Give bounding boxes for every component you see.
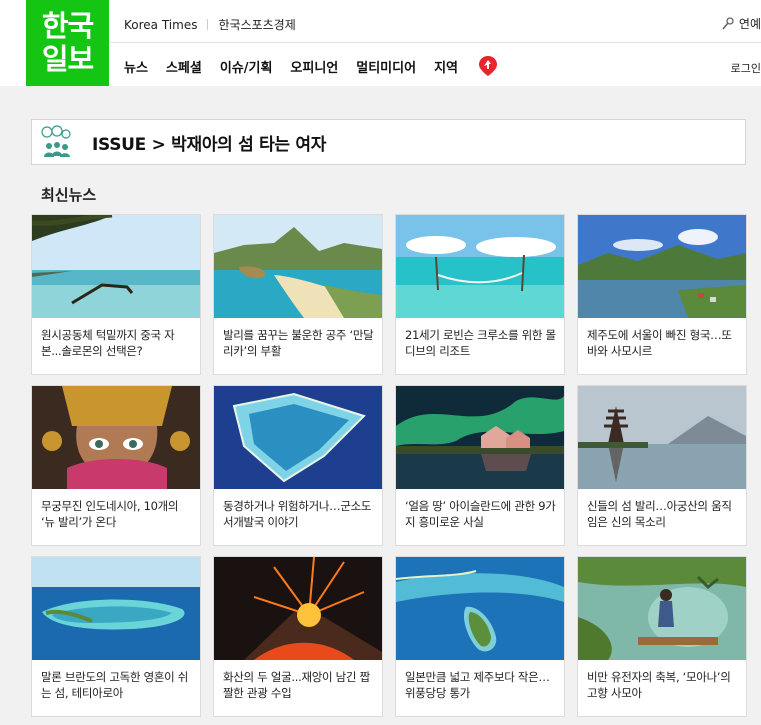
news-card[interactable]: 무궁무진 인도네시아, 10개의 ‘뉴 발리’가 온다 <box>31 385 201 546</box>
top-link-sports[interactable]: 한국스포츠경제 <box>218 16 295 33</box>
news-thumbnail[interactable] <box>396 557 564 660</box>
news-thumbnail[interactable] <box>214 557 382 660</box>
news-thumbnail[interactable] <box>396 386 564 489</box>
news-card[interactable]: 비만 유전자의 축복, ‘모아나’의 고향 사모아 <box>577 556 747 717</box>
nav-item-multimedia[interactable]: 멀티미디어 <box>356 57 416 76</box>
location-pin-icon[interactable] <box>478 55 498 77</box>
news-title[interactable]: 일본만큼 넓고 제주보다 작은…위풍당당 통가 <box>396 660 564 716</box>
news-title[interactable]: 제주도에 서울이 빠진 형국…또바와 사모시르 <box>578 318 746 374</box>
main-nav: 뉴스 스페셜 이슈/기획 오피니언 멀티미디어 지역 <box>124 55 498 77</box>
news-thumbnail[interactable] <box>214 215 382 318</box>
nav-item-region[interactable]: 지역 <box>434 57 458 76</box>
news-thumbnail[interactable] <box>214 386 382 489</box>
news-title[interactable]: 화산의 두 얼굴...재앙이 남긴 짭짤한 관광 수입 <box>214 660 382 716</box>
news-card[interactable]: 발리를 꿈꾸는 불운한 공주 ‘만달리카’의 부활 <box>213 214 383 375</box>
news-thumbnail[interactable] <box>32 386 200 489</box>
issue-series-icon <box>39 125 73 159</box>
header-divider <box>110 42 761 43</box>
news-card[interactable]: ‘얼음 땅’ 아이슬란드에 관한 9가지 흥미로운 사실 <box>395 385 565 546</box>
news-title[interactable]: 발리를 꿈꾸는 불운한 공주 ‘만달리카’의 부활 <box>214 318 382 374</box>
nav-item-opinion[interactable]: 오피니언 <box>290 57 338 76</box>
news-title[interactable]: 신들의 섬 발리…아궁산의 움직임은 신의 목소리 <box>578 489 746 545</box>
top-links: Korea Times 한국스포츠경제 <box>124 16 296 33</box>
news-title[interactable]: 21세기 로빈슨 크루소를 위한 몰디브의 리조트 <box>396 318 564 374</box>
news-title[interactable]: 원시공동체 턱밑까지 중국 자본...솔로몬의 선택은? <box>32 318 200 374</box>
news-card[interactable]: 제주도에 서울이 빠진 형국…또바와 사모시르 <box>577 214 747 375</box>
news-card[interactable]: 화산의 두 얼굴...재앙이 남긴 짭짤한 관광 수입 <box>213 556 383 717</box>
news-grid: 원시공동체 턱밑까지 중국 자본...솔로몬의 선택은? 발리를 꿈꾸는 불운한… <box>31 214 748 717</box>
logo-line-2: 일보 <box>41 42 94 76</box>
nav-item-issue[interactable]: 이슈/기획 <box>220 57 273 76</box>
site-logo[interactable]: 한국 일보 <box>26 0 109 86</box>
news-card[interactable]: 신들의 섬 발리…아궁산의 움직임은 신의 목소리 <box>577 385 747 546</box>
news-thumbnail[interactable] <box>32 557 200 660</box>
news-title[interactable]: 말론 브란도의 고독한 영혼이 쉬는 섬, 테티아로아 <box>32 660 200 716</box>
microphone-icon <box>722 16 734 30</box>
news-card[interactable]: 21세기 로빈슨 크루소를 위한 몰디브의 리조트 <box>395 214 565 375</box>
news-title[interactable]: ‘얼음 땅’ 아이슬란드에 관한 9가지 흥미로운 사실 <box>396 489 564 545</box>
logo-line-1: 한국 <box>41 9 94 43</box>
nav-item-news[interactable]: 뉴스 <box>124 57 148 76</box>
news-thumbnail[interactable] <box>578 215 746 318</box>
top-right-link[interactable]: 연예 <box>721 15 761 32</box>
news-thumbnail[interactable] <box>32 215 200 318</box>
news-card[interactable]: 말론 브란도의 고독한 영혼이 쉬는 섬, 테티아로아 <box>31 556 201 717</box>
news-card[interactable]: 원시공동체 턱밑까지 중국 자본...솔로몬의 선택은? <box>31 214 201 375</box>
login-link[interactable]: 로그인 <box>731 60 761 76</box>
news-thumbnail[interactable] <box>578 557 746 660</box>
site-header: 한국 일보 Korea Times 한국스포츠경제 연예 뉴스 스페셜 이슈/기… <box>0 0 761 86</box>
top-link-korea-times[interactable]: Korea Times <box>124 18 197 32</box>
issue-banner: ISSUE > 박재아의 섬 타는 여자 <box>31 119 746 165</box>
news-card[interactable]: 일본만큼 넓고 제주보다 작은…위풍당당 통가 <box>395 556 565 717</box>
news-thumbnail[interactable] <box>578 386 746 489</box>
news-title[interactable]: 동경하거나 위험하거나…군소도서개발국 이야기 <box>214 489 382 545</box>
section-title: 최신뉴스 <box>41 186 97 204</box>
news-thumbnail[interactable] <box>396 215 564 318</box>
news-card[interactable]: 동경하거나 위험하거나…군소도서개발국 이야기 <box>213 385 383 546</box>
entertainment-link: 연예 <box>738 17 761 31</box>
news-title[interactable]: 비만 유전자의 축복, ‘모아나’의 고향 사모아 <box>578 660 746 716</box>
issue-title[interactable]: ISSUE > 박재아의 섬 타는 여자 <box>92 130 326 155</box>
news-title[interactable]: 무궁무진 인도네시아, 10개의 ‘뉴 발리’가 온다 <box>32 489 200 545</box>
nav-item-special[interactable]: 스페셜 <box>166 57 202 76</box>
divider <box>207 19 209 30</box>
